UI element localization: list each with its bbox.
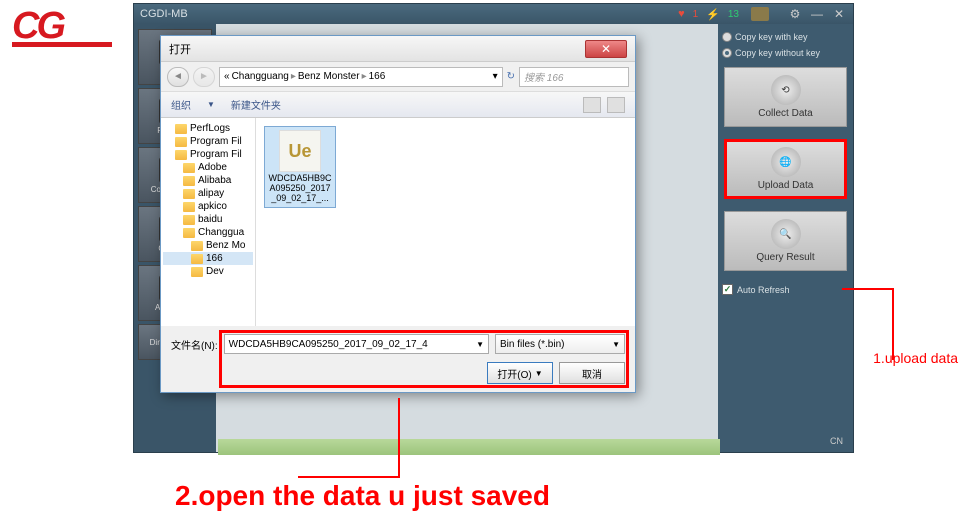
annotation-line-1	[842, 288, 892, 290]
organize-menu[interactable]: 组织	[171, 97, 191, 112]
tree-item[interactable]: apkico	[163, 200, 253, 213]
view-icon[interactable]	[583, 97, 601, 113]
file-item[interactable]: Ue WDCDA5HB9CA095250_2017_09_02_17_...	[264, 126, 336, 208]
folder-icon	[183, 189, 195, 199]
breadcrumb[interactable]: « Changguang▸ Benz Monster▸ 166 ▾	[219, 67, 503, 87]
auto-refresh-checkbox[interactable]: ✓Auto Refresh	[722, 284, 849, 295]
folder-icon	[183, 228, 195, 238]
annotation-line-2	[398, 398, 400, 478]
usb-icon: ⟲	[771, 75, 801, 105]
app-title: CGDI-MB	[140, 8, 188, 20]
dialog-toolbar: 组织▼ 新建文件夹	[161, 92, 635, 118]
dialog-titlebar: 打开 ✕	[161, 36, 635, 62]
folder-icon	[175, 137, 187, 147]
minimize-icon[interactable]: —	[809, 7, 825, 21]
tree-item-selected[interactable]: 166	[163, 252, 253, 265]
wifi-count: 13	[728, 9, 739, 20]
dialog-nav: ◄ ► « Changguang▸ Benz Monster▸ 166 ▾ ↻ …	[161, 62, 635, 92]
filetype-select[interactable]: Bin files (*.bin)▼	[495, 334, 625, 354]
titlebar-icons: ♥ 1 ⚡ 13 ⚙ — ✕	[678, 7, 847, 21]
file-list: Ue WDCDA5HB9CA095250_2017_09_02_17_...	[256, 118, 635, 326]
cancel-button[interactable]: 取消	[559, 362, 625, 384]
folder-icon	[183, 202, 195, 212]
folder-icon	[191, 254, 203, 264]
radio-icon	[722, 32, 732, 42]
search-input[interactable]: 搜索 166	[519, 67, 629, 87]
folder-tree: PerfLogs Program Fil Program Fil Adobe A…	[161, 118, 256, 326]
tree-item[interactable]: Program Fil	[163, 148, 253, 161]
wifi-icon: ⚡	[706, 8, 720, 21]
tree-item[interactable]: baidu	[163, 213, 253, 226]
tree-item[interactable]: Alibaba	[163, 174, 253, 187]
collect-data-button[interactable]: ⟲Collect Data	[724, 67, 847, 127]
tree-item[interactable]: Program Fil	[163, 135, 253, 148]
checkbox-icon: ✓	[722, 284, 733, 295]
dialog-footer: 文件名(N): WDCDA5HB9CA095250_2017_09_02_17_…	[161, 326, 635, 392]
nav-back-button[interactable]: ◄	[167, 67, 189, 87]
folder-icon	[183, 215, 195, 225]
folder-icon	[175, 124, 187, 134]
file-name: WDCDA5HB9CA095250_2017_09_02_17_...	[268, 174, 332, 204]
folder-icon	[191, 241, 203, 251]
tree-item[interactable]: alipay	[163, 187, 253, 200]
annotation-1: 1.upload data	[873, 350, 958, 366]
tree-item[interactable]: Dev	[163, 265, 253, 278]
titlebar: CGDI-MB ♥ 1 ⚡ 13 ⚙ — ✕	[134, 4, 853, 24]
copy-without-key-option[interactable]: Copy key without key	[722, 48, 849, 58]
tree-item[interactable]: Adobe	[163, 161, 253, 174]
file-icon: Ue	[279, 130, 321, 172]
query-result-button[interactable]: 🔍Query Result	[724, 211, 847, 271]
search-icon: 🔍	[771, 219, 801, 249]
language-label: CN	[830, 436, 843, 446]
cg-logo: CG	[12, 5, 112, 47]
folder-icon	[183, 176, 195, 186]
upload-data-button[interactable]: 🌐Upload Data	[724, 139, 847, 199]
file-open-dialog: 打开 ✕ ◄ ► « Changguang▸ Benz Monster▸ 166…	[160, 35, 636, 393]
dialog-title: 打开	[169, 41, 191, 57]
tree-item[interactable]: Changgua	[163, 226, 253, 239]
heart-icon: ♥	[678, 8, 685, 20]
folder-icon	[175, 150, 187, 160]
folder-icon	[183, 163, 195, 173]
tree-item[interactable]: Benz Mo	[163, 239, 253, 252]
annotation-2: 2.open the data u just saved	[175, 480, 550, 512]
heart-count: 1	[693, 9, 699, 20]
folder-icon	[191, 267, 203, 277]
tree-item[interactable]: PerfLogs	[163, 122, 253, 135]
settings-icon[interactable]: ⚙	[787, 7, 803, 21]
new-folder-button[interactable]: 新建文件夹	[231, 97, 281, 112]
copy-with-key-option[interactable]: Copy key with key	[722, 32, 849, 42]
help-icon[interactable]	[607, 97, 625, 113]
refresh-icon[interactable]: ↻	[507, 71, 515, 82]
filename-label: 文件名(N):	[171, 337, 218, 352]
dialog-close-button[interactable]: ✕	[585, 40, 627, 58]
close-icon[interactable]: ✕	[831, 7, 847, 21]
progress-bar	[218, 439, 720, 455]
open-button[interactable]: 打开(O)▼	[487, 362, 553, 384]
nav-forward-button[interactable]: ►	[193, 67, 215, 87]
right-panel: Copy key with key Copy key without key ⟲…	[718, 24, 853, 452]
radio-icon	[722, 48, 732, 58]
filename-input[interactable]: WDCDA5HB9CA095250_2017_09_02_17_4▼	[224, 334, 489, 354]
globe-icon: 🌐	[771, 147, 801, 177]
id-icon	[751, 7, 769, 21]
